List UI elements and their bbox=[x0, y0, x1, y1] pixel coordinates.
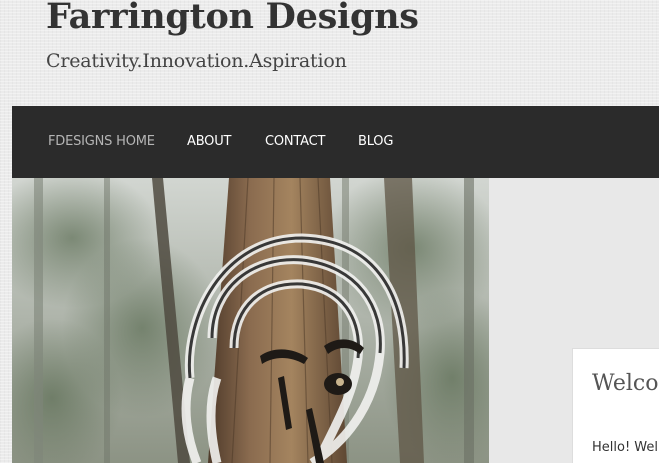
site-title[interactable]: Farrington Designs bbox=[46, 0, 419, 40]
nav-item-fdesigns-home[interactable]: FDESIGNS HOME bbox=[48, 106, 155, 178]
nav-item-contact[interactable]: CONTACT bbox=[265, 106, 325, 178]
hero-image bbox=[12, 178, 489, 463]
hero-forest-illustration bbox=[12, 178, 489, 463]
welcome-title: Welco bbox=[592, 371, 659, 396]
site-tagline: Creativity.Innovation.Aspiration bbox=[46, 50, 347, 72]
nav-item-about[interactable]: ABOUT bbox=[187, 106, 231, 178]
nav-item-blog[interactable]: BLOG bbox=[358, 106, 393, 178]
main-navigation: FDESIGNS HOME ABOUT CONTACT BLOG bbox=[12, 106, 659, 178]
welcome-text: Hello! Wel bbox=[592, 440, 658, 455]
welcome-widget: Welco Hello! Wel bbox=[572, 348, 659, 463]
